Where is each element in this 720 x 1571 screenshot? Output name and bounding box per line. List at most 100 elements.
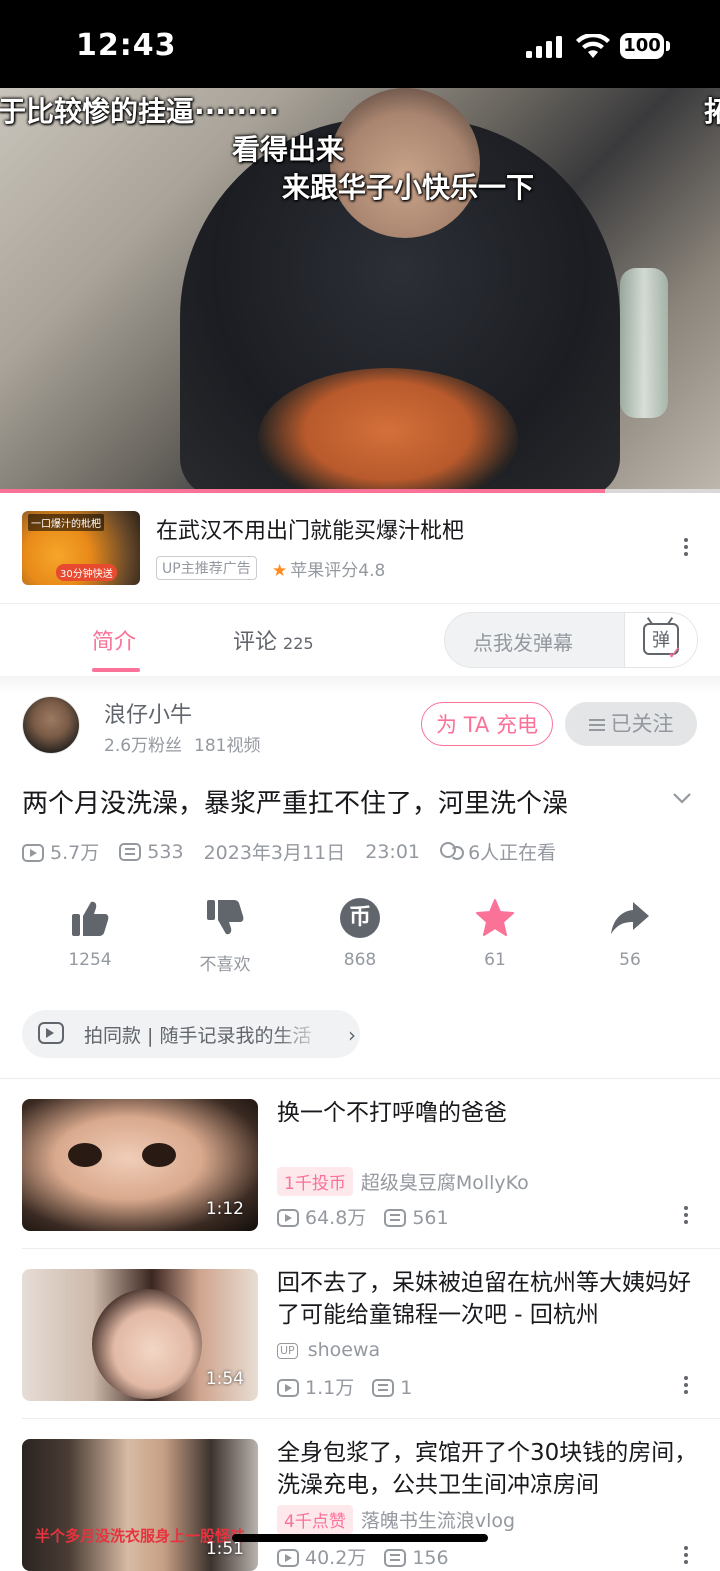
list-item[interactable]: 1:54 回不去了，呆妹被迫留在杭州等大姨妈好了可能给童锦程一次吧 - 回杭州 …: [0, 1249, 720, 1419]
tab-intro[interactable]: 简介: [92, 624, 136, 656]
more-options-icon[interactable]: [683, 1203, 689, 1229]
play-icon: [277, 1549, 299, 1567]
home-indicator[interactable]: [232, 1534, 488, 1542]
favorite-count: 61: [484, 950, 506, 970]
danmaku-icon: [119, 842, 142, 861]
video-frame-bottle: [620, 268, 668, 418]
rec-stats: 1.1万 1: [277, 1373, 430, 1400]
rec-title[interactable]: 回不去了，呆妹被迫留在杭州等大姨妈好了可能给童锦程一次吧 - 回杭州: [277, 1267, 702, 1331]
up-badge-icon: UP: [277, 1343, 298, 1359]
video-duration: 1:12: [205, 1199, 244, 1219]
video-thumbnail[interactable]: 半个多月没洗衣服身上一股怪味 1:51: [22, 1439, 258, 1571]
tab-bar: 简介 评论 225 点我发弹幕 弹 ✓: [0, 604, 720, 676]
battery-level: 100: [620, 33, 664, 59]
ad-thumbnail-text: 一口爆汁的枇杷: [28, 514, 104, 531]
danmaku-icon: [372, 1379, 395, 1397]
play-icon: [277, 1209, 299, 1227]
favorite-button[interactable]: 61: [445, 896, 545, 970]
chevron-right-icon: ›: [348, 1023, 356, 1047]
shoot-same-button[interactable]: 拍同款 | 随手记录我的生活 ›: [22, 1010, 360, 1058]
fans-count: 2.6万粉丝: [104, 736, 183, 756]
video-caption: 于比较惨的挂逼········: [0, 95, 280, 128]
more-options-icon[interactable]: [683, 535, 689, 561]
view-count: 5.7万: [22, 838, 99, 865]
people-icon: [440, 842, 465, 862]
coin-icon: 币: [340, 898, 380, 938]
dislike-button[interactable]: 不喜欢: [175, 896, 275, 975]
coin-button[interactable]: 币 868: [310, 896, 410, 970]
ad-rating: ★ 苹果评分4.8: [272, 561, 386, 581]
ad-thumbnail-tag: 30分钟快送: [56, 564, 117, 581]
rec-author: 超级臭豆腐MollyKo: [360, 1172, 529, 1194]
share-button[interactable]: 56: [580, 896, 680, 970]
check-icon: ✓: [667, 643, 683, 664]
video-caption: 拓: [704, 95, 720, 128]
tab-comments[interactable]: 评论 225: [233, 624, 314, 656]
video-caption: 看得出来: [232, 133, 345, 166]
ad-label: UP主推荐广告: [156, 556, 257, 580]
camera-icon: [38, 1022, 64, 1044]
tab-active-indicator: [92, 668, 140, 672]
more-options-icon[interactable]: [683, 1543, 689, 1569]
dislike-label: 不喜欢: [199, 955, 251, 975]
rec-author: 落魄书生流浪vlog: [360, 1510, 516, 1532]
video-thumbnail[interactable]: 1:54: [22, 1269, 258, 1401]
rec-author: shoewa: [307, 1339, 381, 1361]
tab-comments-count: 225: [283, 634, 314, 653]
video-title[interactable]: 两个月没洗澡，暴浆严重扛不住了，河里洗个澡: [22, 783, 662, 820]
video-meta: 5.7万 533 2023年3月11日 23:01 6人正在看: [22, 838, 570, 865]
danmaku-count: 533: [119, 841, 184, 863]
rec-title[interactable]: 全身包浆了，宾馆开了个30块钱的房间，洗澡充电，公共卫生间冲凉房间: [277, 1437, 702, 1501]
share-icon: [611, 902, 649, 934]
coin-count: 868: [343, 950, 377, 970]
charge-button[interactable]: 为 TA 充电: [421, 702, 553, 746]
watching-count: 6人正在看: [440, 838, 556, 865]
uploader-stats: 2.6万粉丝 181视频: [104, 731, 261, 756]
rec-badge: 4千点赞: [277, 1505, 353, 1534]
chevron-down-icon[interactable]: [672, 788, 692, 808]
video-player[interactable]: 于比较惨的挂逼········ 看得出来 来跟华子小快乐一下 拓: [0, 88, 720, 492]
video-frame-face: [330, 88, 480, 238]
tab-comments-label: 评论: [233, 630, 278, 655]
danmu-bar: 点我发弹幕 弹 ✓: [444, 612, 698, 668]
danmu-input[interactable]: 点我发弹幕: [473, 627, 573, 656]
follow-button[interactable]: 已关注: [565, 702, 697, 746]
status-bar: 12:43 100: [0, 0, 720, 88]
video-duration: 1:51: [205, 1539, 244, 1559]
more-options-icon[interactable]: [683, 1373, 689, 1399]
avatar[interactable]: [22, 696, 80, 754]
video-thumbnail[interactable]: 1:12: [22, 1099, 258, 1231]
action-bar: 1254 不喜欢 币 868 61 56: [0, 896, 720, 976]
ad-banner[interactable]: 一口爆汁的枇杷 30分钟快送 在武汉不用出门就能买爆汁枇杷 UP主推荐广告 ★ 苹…: [0, 493, 720, 604]
star-icon: [476, 899, 514, 936]
video-count: 181视频: [194, 736, 261, 756]
status-time: 12:43: [76, 28, 177, 63]
signal-icon: [526, 36, 562, 58]
thumbs-down-icon: [207, 900, 244, 935]
star-icon: ★: [272, 561, 288, 581]
shoot-same-label: 拍同款 | 随手记录我的生活: [84, 1025, 312, 1047]
play-icon: [277, 1379, 299, 1397]
like-button[interactable]: 1254: [40, 896, 140, 970]
video-caption: 来跟华子小快乐一下: [282, 171, 535, 204]
danmaku-icon: [384, 1209, 407, 1227]
rec-author-line: 1千投币 超级臭豆腐MollyKo: [277, 1167, 529, 1196]
uploader-name[interactable]: 浪仔小牛: [104, 697, 192, 729]
share-count: 56: [619, 950, 641, 970]
rec-author-line: 4千点赞 落魄书生流浪vlog: [277, 1505, 515, 1534]
rec-author-line: UP shoewa: [277, 1339, 380, 1361]
danmu-toggle-button[interactable]: 弹 ✓: [624, 613, 697, 667]
ad-title[interactable]: 在武汉不用出门就能买爆汁枇杷: [156, 513, 464, 545]
list-item[interactable]: 1:12 换一个不打呼噜的爸爸 1千投币 超级臭豆腐MollyKo 64.8万 56…: [0, 1079, 720, 1249]
rec-title[interactable]: 换一个不打呼噜的爸爸: [277, 1097, 702, 1129]
menu-icon: [588, 719, 605, 731]
battery-icon: 100: [620, 33, 672, 61]
like-count: 1254: [68, 950, 112, 970]
rec-badge: 1千投币: [277, 1167, 353, 1196]
ad-thumbnail[interactable]: 一口爆汁的枇杷 30分钟快送: [22, 511, 140, 585]
wifi-icon: [576, 34, 610, 58]
video-duration: 1:54: [205, 1369, 244, 1389]
publish-time: 23:01: [365, 840, 421, 863]
rec-stats: 64.8万 561: [277, 1203, 467, 1230]
play-icon: [22, 844, 44, 862]
